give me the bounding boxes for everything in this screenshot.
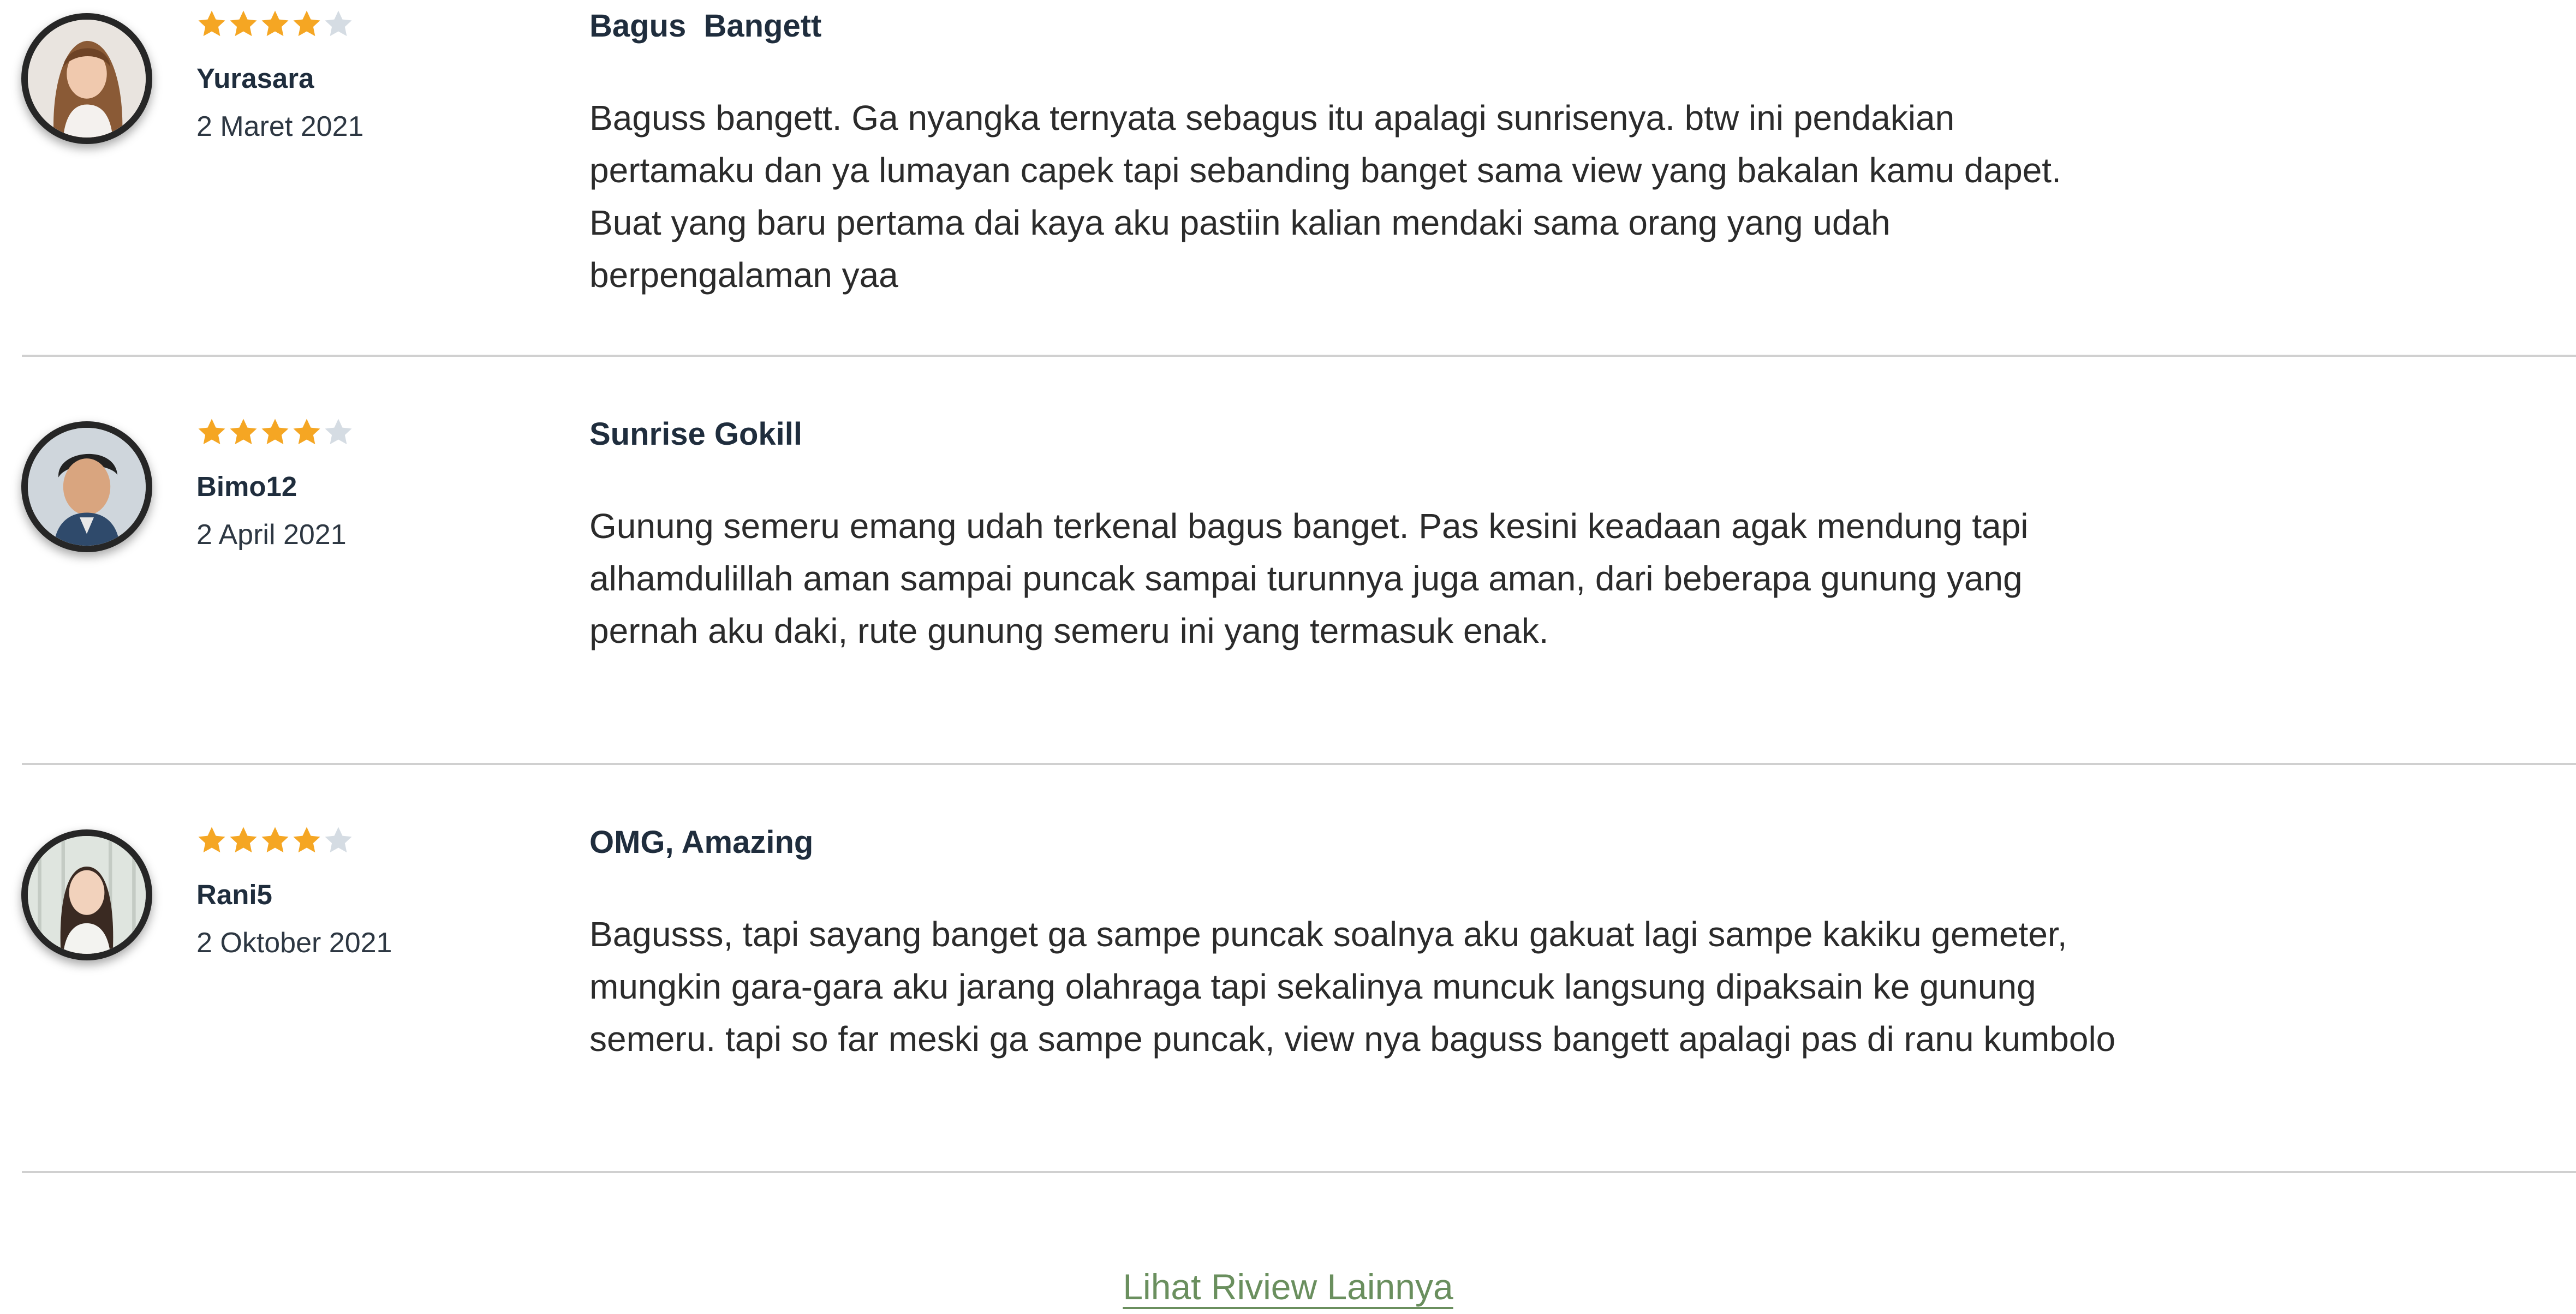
- review-date: 2 April 2021: [196, 519, 347, 551]
- star-icon: [293, 419, 320, 445]
- star-icon: [230, 419, 257, 445]
- divider: [22, 355, 2576, 357]
- star-rating: [196, 825, 354, 858]
- star-icon: [198, 10, 225, 37]
- review-date: 2 Oktober 2021: [196, 927, 392, 959]
- review-body: Baguss bangett. Ga nyangka ternyata seba…: [589, 98, 2061, 295]
- review-title: OMG, Amazing: [589, 825, 814, 860]
- star-icon: [198, 419, 225, 445]
- review-title: Bagus Bangett: [589, 8, 822, 44]
- star-empty-icon: [325, 419, 352, 445]
- reviewer-name: Rani5: [196, 879, 272, 910]
- more-reviews-link[interactable]: Lihat Riview Lainnya: [0, 1266, 2576, 1307]
- avatar-image: [28, 20, 146, 138]
- review-body: Gunung semeru emang udah terkenal bagus …: [589, 506, 2029, 650]
- review-body: Bagusss, tapi sayang banget ga sampe pun…: [589, 915, 2116, 1059]
- star-icon: [293, 10, 320, 37]
- avatar-image: [28, 836, 146, 954]
- star-icon: [293, 827, 320, 853]
- star-icon: [261, 827, 289, 853]
- review-item: Rani5 2 Oktober 2021 OMG, Amazing Baguss…: [0, 816, 2576, 1198]
- star-rating: [196, 417, 354, 450]
- star-empty-icon: [325, 827, 352, 853]
- review-title: Sunrise Gokill: [589, 416, 802, 452]
- divider: [22, 1171, 2576, 1173]
- reviewer-name: Bimo12: [196, 471, 297, 502]
- review-date: 2 Maret 2021: [196, 111, 364, 142]
- avatar: [21, 13, 152, 144]
- avatar: [21, 829, 152, 960]
- divider: [22, 763, 2576, 765]
- star-icon: [261, 10, 289, 37]
- star-empty-icon: [325, 10, 352, 37]
- review-item: Bimo12 2 April 2021 Sunrise Gokill Gunun…: [0, 408, 2576, 790]
- star-icon: [261, 419, 289, 445]
- star-rating: [196, 9, 354, 41]
- avatar-image: [28, 428, 146, 546]
- reviewer-name: Yurasara: [196, 63, 314, 94]
- avatar: [21, 421, 152, 552]
- star-icon: [230, 10, 257, 37]
- star-icon: [230, 827, 257, 853]
- star-icon: [198, 827, 225, 853]
- review-item: Yurasara 2 Maret 2021 Bagus Bangett Bagu…: [0, 0, 2576, 382]
